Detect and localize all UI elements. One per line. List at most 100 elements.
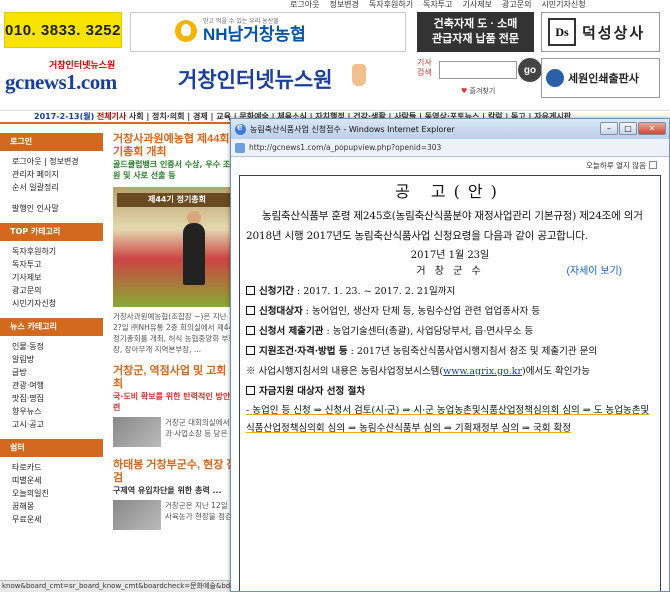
notice-item: 신청대상자 : 농어업인, 생산자 단체 등, 농림수산업 관련 업업종사자 등 bbox=[246, 303, 654, 320]
notice-item: 신청서 제출기관 : 농업기술센터(총괄), 사업담당부서, 읍·면사무소 등 bbox=[246, 323, 654, 340]
sidebar-item[interactable]: 시민기자신청 bbox=[0, 297, 103, 310]
popup-title: 농림축산식품사업 신청접수 - Windows Internet Explore… bbox=[250, 124, 455, 134]
building-line-1: 건축자재 도 · 소매 bbox=[433, 18, 518, 30]
sidebar-item[interactable]: 로그아웃 | 정보변경 bbox=[0, 155, 103, 168]
article-thumbnail[interactable] bbox=[113, 417, 161, 447]
sidebar-item[interactable]: 띠별운세 bbox=[0, 474, 103, 487]
nav-report[interactable]: 기사제보 bbox=[463, 0, 492, 9]
notice-item-key: 자금지원 대상자 선정 절차 bbox=[259, 386, 366, 397]
sewon-banner[interactable]: 세원인쇄출판사 bbox=[541, 58, 660, 98]
detail-link[interactable]: (자세이 보기) bbox=[567, 264, 622, 280]
sidebar-item[interactable]: 기사제보 bbox=[0, 271, 103, 284]
notice-org: 거 창 군 수 bbox=[416, 266, 484, 277]
logo-big-text: gcnews1.com bbox=[5, 70, 117, 94]
checkbox-icon bbox=[246, 326, 255, 335]
sidebar-item[interactable]: 꿈해몽 bbox=[0, 500, 103, 513]
article-thumbnail[interactable] bbox=[113, 500, 161, 530]
sidebar-news-head: 뉴스 카테고리 bbox=[0, 318, 103, 336]
top-utility-nav: 로그아웃 정보변경 독자후원하기 독자투고 기사제보 광고문의 시민기자신청 bbox=[290, 0, 670, 9]
notice-item-value: : 농업기술센터(총괄), 사업담당부서, 읍·면사무소 등 bbox=[323, 326, 534, 337]
sidebar-item[interactable]: 관광·여행 bbox=[0, 379, 103, 392]
dont-show-today-label: 오늘하루 열지 않음 bbox=[586, 160, 646, 170]
close-button[interactable]: ✕ bbox=[638, 122, 666, 135]
sewon-name: 세원인쇄출판사 bbox=[568, 73, 639, 85]
ds-banner[interactable]: Ds 덕성상사 bbox=[541, 12, 660, 52]
nav-logout[interactable]: 로그아웃 bbox=[290, 0, 319, 9]
sidebar-item[interactable]: 타로카드 bbox=[0, 461, 103, 474]
sidebar-item[interactable]: 오늘의일진 bbox=[0, 487, 103, 500]
nav-citizen-reporter[interactable]: 시민기자신청 bbox=[541, 0, 585, 9]
page-icon bbox=[235, 142, 245, 153]
window-controls: – □ ✕ bbox=[600, 122, 666, 135]
sidebar-item[interactable]: 관리자 페이지 bbox=[0, 168, 103, 181]
sidebar-login-head: 로그인 bbox=[0, 133, 103, 151]
notice-item-key: 신청대상자 bbox=[259, 306, 303, 317]
notice-item-value: : 2017년 농림축산식품사업시행지침서 참조 및 제출기관 문의 bbox=[347, 346, 598, 357]
sidebar-item[interactable]: 광고문의 bbox=[0, 284, 103, 297]
notice-item-value: : 농어업인, 생산자 단체 등, 농림수산업 관련 업업종사자 등 bbox=[302, 306, 541, 317]
nh-logo-icon bbox=[175, 20, 197, 42]
sidebar-item[interactable]: 알림방 bbox=[0, 353, 103, 366]
bookmark-link[interactable]: 즐겨찾기 bbox=[461, 86, 496, 96]
thumbs-up-icon bbox=[352, 64, 366, 86]
sidebar-item[interactable]: 고시·공고 bbox=[0, 418, 103, 431]
popup-titlebar[interactable]: 농림축산식품사업 신청접수 - Windows Internet Explore… bbox=[231, 119, 669, 139]
current-date: 2017-2-13(월) bbox=[34, 112, 95, 121]
popup-url: http://gcnews1.com/a_popupview.php?openi… bbox=[249, 143, 442, 152]
sidebar-item[interactable]: 무료운세 bbox=[0, 513, 103, 526]
search-label: 기사 검색 bbox=[417, 58, 432, 77]
article-title[interactable]: 거창사과원예농협 제44회 정기총회 개최 bbox=[113, 133, 243, 159]
agrix-link[interactable]: www.agrix.go.kr bbox=[443, 366, 522, 377]
nh-tagline: 믿고 먹을 수 있는 우리 농산물 bbox=[203, 18, 279, 25]
article-title[interactable]: 거창군, 역점사업 및 고회 개최 bbox=[113, 365, 243, 391]
maximize-button[interactable]: □ bbox=[619, 122, 637, 135]
sidebar-item[interactable]: 독자후원하기 bbox=[0, 245, 103, 258]
minimize-button[interactable]: – bbox=[600, 122, 618, 135]
notice-item: 지원조건·자격·방법 등 : 2017년 농림축산식품사업시행지침서 참조 및 … bbox=[246, 343, 654, 360]
notice-item-key: 신청서 제출기관 bbox=[259, 326, 324, 337]
nav-edit-info[interactable]: 정보변경 bbox=[329, 0, 358, 9]
ds-logo-icon: Ds bbox=[548, 18, 576, 46]
building-line-2: 관급자재 납품 전문 bbox=[431, 33, 520, 45]
dont-show-today-checkbox[interactable] bbox=[649, 161, 657, 169]
search-go-button[interactable]: go bbox=[518, 58, 542, 82]
selection-flow: - 농업인 등 신청 ⇒ 신청서 검토(시·군) ⇒ 시·군 농업농촌및식품산업… bbox=[246, 402, 654, 438]
article-photo[interactable]: 제44기 정기총회 bbox=[113, 187, 241, 307]
article-title[interactable]: 하태봉 거창부군수, 현장 점검 bbox=[113, 459, 243, 485]
sidebar-item[interactable]: 순서 일괄정리 bbox=[0, 181, 103, 194]
sidebar-item[interactable]: 향우뉴스 bbox=[0, 405, 103, 418]
article-thumb-row: 거창군 대회의실에서 실·과·사업소장 등 당은 ... bbox=[113, 417, 243, 447]
all-articles-link[interactable]: 전체기사 bbox=[97, 112, 126, 121]
checkbox-icon bbox=[246, 306, 255, 315]
article-subtitle: 구제역 유입차단을 위한 총력 ... bbox=[113, 486, 222, 495]
dont-show-today[interactable]: 오늘하루 열지 않음 bbox=[239, 157, 657, 173]
sidebar-item[interactable]: 독자투고 bbox=[0, 258, 103, 271]
site-logo[interactable]: 거창인터넷뉴스원 gcnews1.com bbox=[5, 58, 145, 102]
search-input[interactable] bbox=[439, 61, 517, 79]
article-subtitle: 국·도비 확보를 위한 탄력적인 방안 마련 bbox=[113, 392, 241, 412]
left-sidebar: 로그인 로그아웃 | 정보변경 관리자 페이지 순서 일괄정리 발행인 인사말 … bbox=[0, 133, 103, 592]
nav-ad-inquiry[interactable]: 광고문의 bbox=[502, 0, 531, 9]
nav-reader-submit[interactable]: 독자투고 bbox=[423, 0, 452, 9]
notice-lead: 농림축산식품부 훈령 제245호(농림축산식품분야 재정사업관리 기본규정) 제… bbox=[246, 210, 643, 242]
sidebar-item[interactable]: 맛집·명집 bbox=[0, 392, 103, 405]
phone-banner[interactable]: 010. 3833. 3252 bbox=[4, 12, 122, 48]
building-material-banner[interactable]: 건축자재 도 · 소매 관급자재 납품 전문 bbox=[417, 12, 534, 52]
nav-support[interactable]: 독자후원하기 bbox=[369, 0, 413, 9]
note-suffix: )에서도 확인가능 bbox=[522, 366, 590, 377]
sidebar-item[interactable]: 인물·동정 bbox=[0, 340, 103, 353]
site-title[interactable]: 거창인터넷뉴스원 bbox=[178, 64, 333, 94]
article-thumb-row: 거창군은 지난 12일 소 사육농가 현장을 점검 ... bbox=[113, 500, 243, 530]
note-prefix: ※ 사업시행지침서의 내용은 농림사업정보시스템( bbox=[246, 366, 444, 377]
nh-banner[interactable]: 믿고 먹을 수 있는 우리 농산물 NH남거창농협 bbox=[130, 12, 406, 52]
popup-address-bar[interactable]: http://gcnews1.com/a_popupview.php?openi… bbox=[231, 139, 669, 157]
sidebar-item[interactable]: 발행인 인사말 bbox=[0, 202, 103, 215]
notice-note: ※ 사업시행지침서의 내용은 농림사업정보시스템(www.agrix.go.kr… bbox=[246, 363, 654, 380]
checkbox-icon bbox=[246, 346, 255, 355]
sidebar-item[interactable]: 글방 bbox=[0, 366, 103, 379]
notice-title: 공 고(안) bbox=[395, 182, 505, 201]
sidebar-top-head: TOP 카테고리 bbox=[0, 223, 103, 241]
notice-item: 신청기간 : 2017. 1. 23. ~ 2017. 2. 21일까지 bbox=[246, 283, 654, 300]
